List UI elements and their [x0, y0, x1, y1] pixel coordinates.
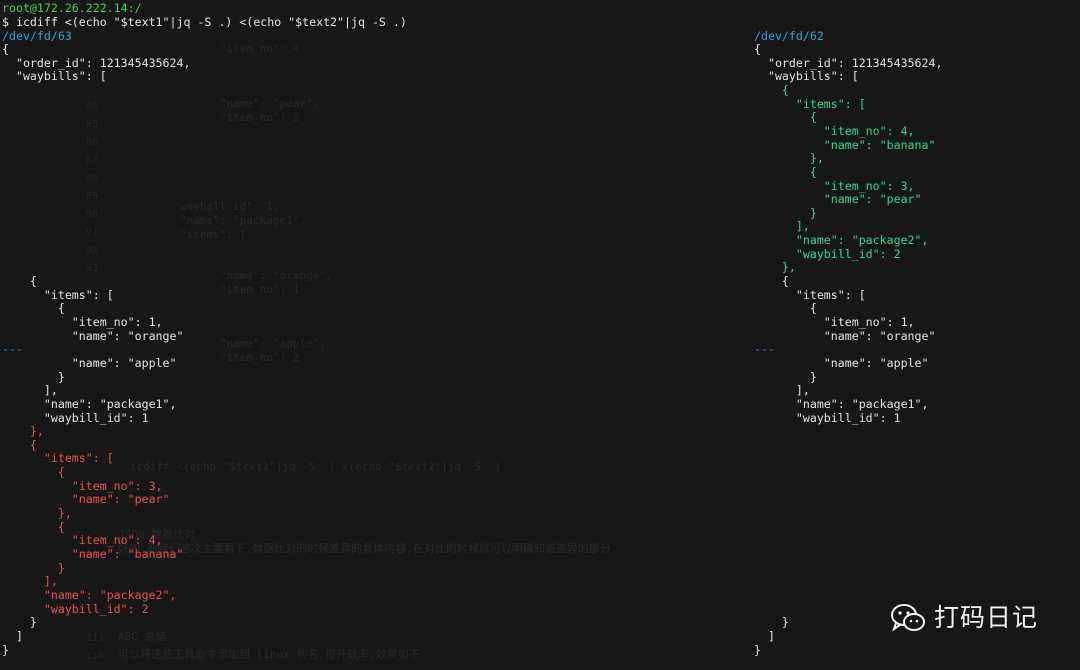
diff-line: "name": "apple" — [2, 355, 177, 370]
wechat-icon — [891, 604, 925, 632]
diff-line: { — [754, 274, 789, 288]
diff-line: "name": "package1", — [2, 396, 177, 411]
diff-line: "name": "apple" — [754, 355, 929, 370]
diff-line: ] — [2, 628, 23, 643]
diff-line: { — [2, 274, 37, 288]
diff-line: } — [2, 642, 9, 657]
right-pane-path: /dev/fd/62 — [754, 29, 824, 43]
diff-line: } — [754, 642, 761, 657]
diff-line: { — [2, 42, 9, 56]
diff-line: "item_no": 1, — [2, 314, 163, 329]
diff-line: }, — [2, 506, 72, 521]
watermark-text: 打码日记 — [934, 603, 1039, 633]
command-line[interactable]: $ icdiff <(echo "$text1"|jq -S .) <(echo… — [2, 15, 407, 30]
diff-line: { — [754, 164, 817, 179]
diff-line: "name": "pear" — [754, 192, 922, 207]
diff-line: { — [2, 465, 65, 480]
terminal-window[interactable]: "item_no": 4 "name": "pear", "item_no": … — [0, 0, 1080, 670]
diff-line: "waybills": [ — [2, 69, 107, 84]
watermark: 打码日记 — [890, 603, 1038, 633]
diff-line: ] — [754, 628, 775, 643]
diff-line: "name": "orange" — [754, 328, 936, 343]
diff-line: "item_no": 4, — [754, 123, 915, 138]
diff-line: { — [754, 82, 789, 97]
diff-line: "item_no": 1, — [754, 314, 915, 329]
diff-line: "name": "orange" — [2, 328, 184, 343]
diff-line: "name": "banana" — [2, 547, 184, 561]
diff-line: "name": "package1", — [754, 396, 929, 411]
left-pane-path: /dev/fd/63 — [2, 29, 72, 43]
diff-line: "waybill_id": 1 — [754, 410, 901, 425]
diff-line: "name": "package2", — [754, 233, 929, 248]
diff-line: "name": "package2", — [2, 588, 177, 602]
diff-line: { — [754, 42, 761, 56]
prompt-user-host: root@172.26.222.14:/ — [2, 1, 142, 15]
